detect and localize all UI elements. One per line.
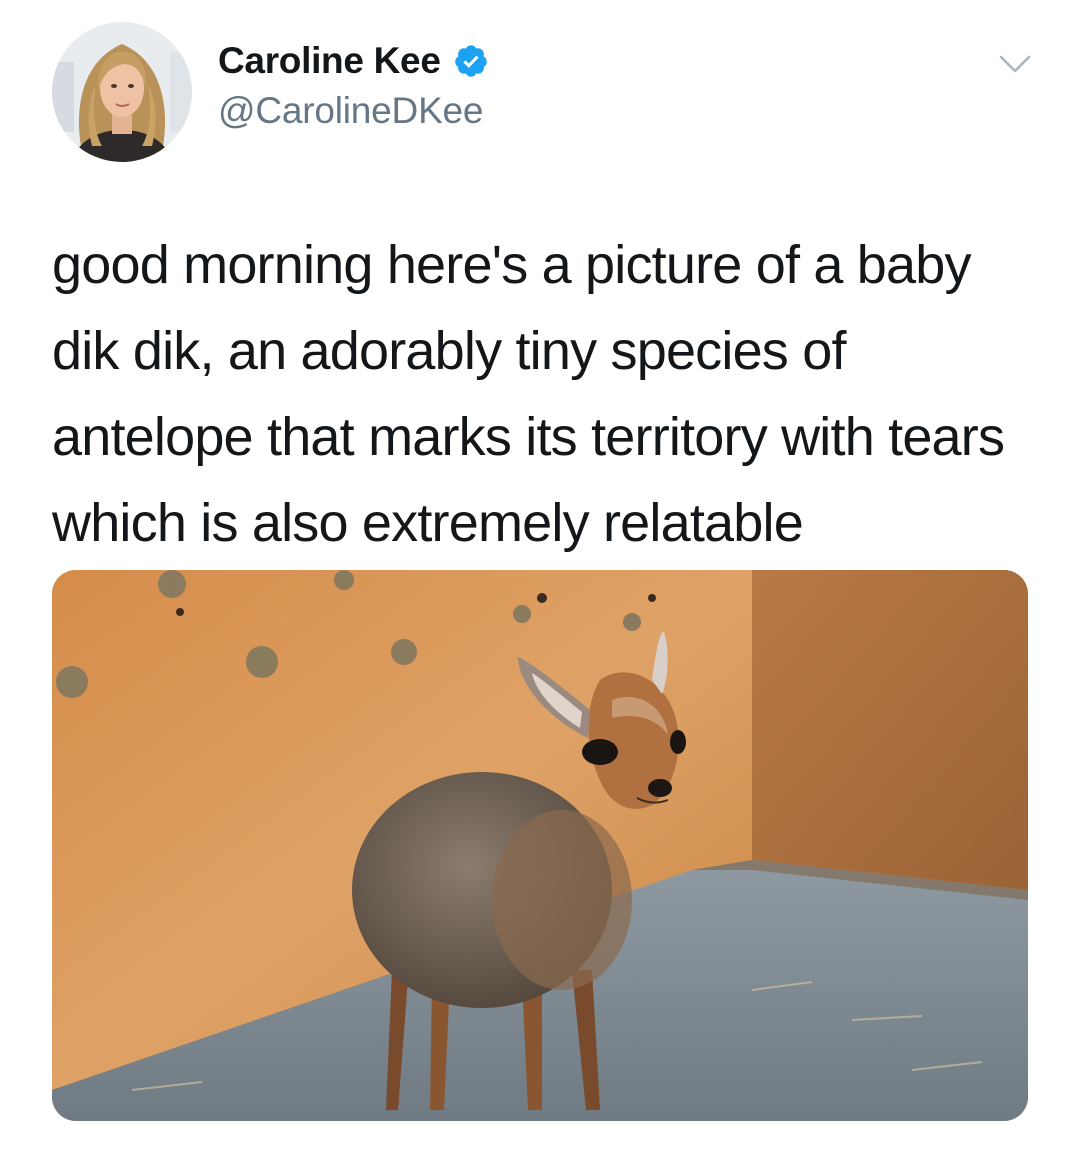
display-name[interactable]: Caroline Kee	[218, 40, 441, 82]
chevron-down-icon[interactable]	[998, 52, 1032, 76]
verified-badge-icon	[454, 45, 487, 77]
author-handle[interactable]: @CarolineDKee	[218, 90, 484, 132]
tweet-text: good morning here's a picture of a baby …	[52, 235, 1005, 553]
tweet-photo[interactable]	[52, 570, 1028, 1121]
avatar[interactable]	[52, 22, 192, 162]
author-name-row[interactable]: Caroline Kee	[218, 40, 489, 82]
tweet-card: Caroline Kee @CarolineDKee good morning …	[0, 0, 1080, 1159]
